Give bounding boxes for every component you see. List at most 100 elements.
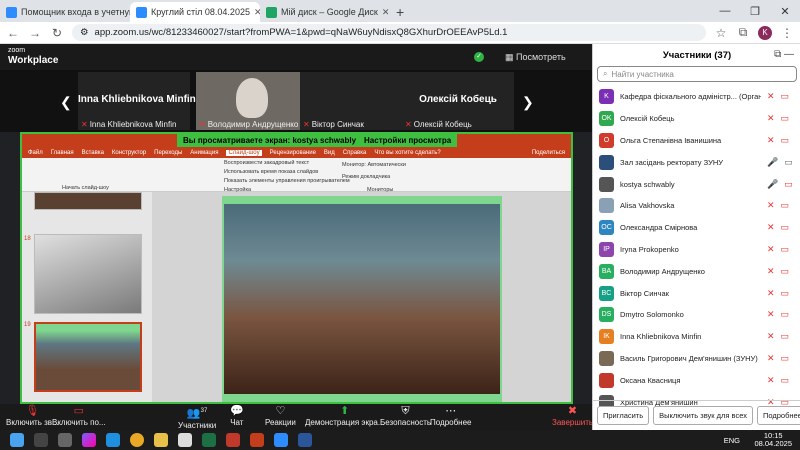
ribbon-option[interactable]: Использовать время показа слайдов	[224, 169, 318, 175]
minimize-icon[interactable]: —	[710, 0, 740, 22]
encryption-shield-icon[interactable]: ✓	[474, 52, 484, 62]
mic-off-icon[interactable]: ✕	[767, 266, 775, 277]
video-off-icon[interactable]: ▭	[781, 113, 790, 124]
chevron-left-icon[interactable]: ❮	[60, 94, 72, 111]
back-icon[interactable]: ←	[6, 26, 20, 40]
extensions-icon[interactable]: ⧉	[736, 25, 750, 40]
slide-thumbnail-selected[interactable]	[34, 322, 142, 392]
clock[interactable]: 10:15 08.04.2025	[754, 432, 792, 448]
menu-item[interactable]: Главная	[51, 150, 74, 156]
windows-start-icon[interactable]	[10, 433, 24, 447]
menu-item[interactable]: Файл	[28, 150, 43, 156]
star-icon[interactable]: ☆	[714, 26, 728, 40]
menu-item[interactable]: Конструктор	[112, 150, 146, 156]
browser-tab-3[interactable]: Мій диск – Google Диск ✕	[260, 2, 390, 22]
slide-thumbnail[interactable]	[34, 234, 142, 314]
close-window-icon[interactable]: ✕	[770, 0, 800, 22]
mic-off-icon[interactable]: ✕	[767, 353, 775, 364]
excel-icon[interactable]	[202, 433, 216, 447]
profile-avatar[interactable]: K	[758, 25, 772, 40]
video-off-icon[interactable]: ▭	[781, 309, 790, 320]
mute-all-button[interactable]: Выключить звук для всех	[653, 406, 753, 425]
browser-tab-1[interactable]: Помощник входа в учетную з ✕	[0, 2, 130, 22]
zoom-icon[interactable]	[274, 433, 288, 447]
powerpoint-icon[interactable]	[250, 433, 264, 447]
explorer-icon[interactable]	[154, 433, 168, 447]
language-indicator[interactable]: ENG	[724, 436, 740, 445]
video-on-icon[interactable]: ▭	[784, 157, 793, 168]
menu-icon[interactable]: ⋮	[780, 26, 794, 40]
menu-item[interactable]: Вид	[324, 150, 335, 156]
menu-item[interactable]: Переходы	[154, 150, 182, 156]
mic-off-icon[interactable]: ✕	[767, 375, 775, 386]
participant-row[interactable]: K Кафедра фіскального адміністр... (Орган…	[593, 86, 800, 108]
popout-icon[interactable]: ⧉	[774, 49, 781, 60]
participant-row[interactable]: Василь Григорович Дем'янишин (ЗУНУ) ✕ ▭	[593, 348, 800, 370]
chevron-right-icon[interactable]: ❯	[522, 94, 534, 111]
video-tile[interactable]: ✕ Віктор Синчак	[300, 72, 412, 130]
video-off-icon[interactable]: ▭	[781, 353, 790, 364]
participant-search-input[interactable]: ⌕ Найти участника	[597, 66, 797, 82]
unmute-button[interactable]: 🎙 Включить зв...	[6, 405, 59, 427]
invite-button[interactable]: Пригласить	[597, 406, 650, 425]
mic-off-icon[interactable]: ✕	[767, 309, 775, 320]
participant-row[interactable]: IK Inna Khliebnikova Minfin ✕ ▭	[593, 326, 800, 348]
video-off-icon[interactable]: ▭	[781, 288, 790, 299]
menu-item[interactable]: Анимация	[190, 150, 218, 156]
video-off-icon[interactable]: ▭	[781, 91, 790, 102]
more-options-button[interactable]: Подробнее ▾	[756, 406, 800, 425]
search-icon[interactable]	[34, 433, 48, 447]
browser-tab-2[interactable]: Круглий стіл 08.04.2025 ✕	[130, 2, 260, 22]
participant-row[interactable]: BA Володимир Андрущенко ✕ ▭	[593, 260, 800, 282]
url-field[interactable]: ⚙ app.zoom.us/wc/81233460027/start?fromP…	[72, 24, 706, 41]
close-tab-icon[interactable]: ✕	[382, 7, 390, 18]
monitor-select[interactable]: Монитор: Автоматически	[342, 162, 406, 168]
more-button[interactable]: ⋯ Подробнее	[430, 405, 472, 427]
copilot-icon[interactable]	[82, 433, 96, 447]
video-off-icon[interactable]: ▭	[781, 331, 790, 342]
video-off-icon[interactable]: ▭	[781, 266, 790, 277]
participant-row[interactable]: OK Олексій Кобець ✕ ▭	[593, 108, 800, 130]
end-button[interactable]: ✖ Завершить	[552, 405, 593, 427]
menu-item[interactable]: Слайд-шоу	[226, 150, 262, 156]
view-button[interactable]: ▦ Посмотреть	[505, 52, 566, 63]
word-icon[interactable]	[298, 433, 312, 447]
chat-button[interactable]: 💬 Чат	[230, 405, 244, 427]
mic-off-icon[interactable]: ✕	[767, 244, 775, 255]
mic-off-icon[interactable]: ✕	[767, 331, 775, 342]
reactions-button[interactable]: ♡ Реакции	[265, 405, 296, 427]
mic-off-icon[interactable]: ✕	[767, 200, 775, 211]
participant-row[interactable]: BC Віктор Синчак ✕ ▭	[593, 282, 800, 304]
video-off-icon[interactable]: ▭	[781, 200, 790, 211]
mic-off-icon[interactable]: ✕	[767, 113, 775, 124]
video-off-icon[interactable]: ▭	[784, 179, 793, 190]
menu-item[interactable]: Рецензирование	[270, 150, 316, 156]
mic-off-icon[interactable]: ✕	[767, 91, 775, 102]
video-off-icon[interactable]: ▭	[781, 244, 790, 255]
participant-row[interactable]: Alisa Vakhovska ✕ ▭	[593, 195, 800, 217]
participant-row[interactable]: Зал засідань ректорату ЗУНУ 🎤 ▭	[593, 151, 800, 173]
mic-off-icon[interactable]: ✕	[767, 135, 775, 146]
video-tile[interactable]: Inna Khliebnikova Minfin ✕ Inna Khliebnik…	[78, 72, 196, 130]
security-button[interactable]: ⛨ Безопасность	[380, 405, 431, 427]
ribbon-option[interactable]: Воспроизвести закадровый текст	[224, 160, 309, 166]
mic-on-icon[interactable]: 🎤	[767, 157, 778, 168]
participant-row[interactable]: kostya schwably 🎤 ▭	[593, 173, 800, 195]
start-video-button[interactable]: ▭ Включить по...	[52, 405, 106, 427]
chrome-icon[interactable]	[130, 433, 144, 447]
video-tile[interactable]: Олексій Кобець ✕ Олексій Кобець	[402, 72, 514, 130]
share-screen-button[interactable]: ⬆ Демонстрация экра...	[305, 405, 385, 427]
site-info-icon[interactable]: ⚙	[80, 27, 89, 38]
video-off-icon[interactable]: ▭	[781, 222, 790, 233]
view-settings-button[interactable]: Настройки просмотра	[364, 136, 451, 145]
acrobat-icon[interactable]	[226, 433, 240, 447]
mic-off-icon[interactable]: ✕	[767, 288, 775, 299]
menu-item[interactable]: Вставка	[82, 150, 104, 156]
maximize-icon[interactable]: ❐	[740, 0, 770, 22]
ribbon-option[interactable]: Показать элементы управления проигрывате…	[224, 178, 350, 184]
video-tile[interactable]: ✕ Володимир Андрущенко	[196, 72, 308, 130]
video-off-icon[interactable]: ▭	[781, 375, 790, 386]
participant-row[interactable]: DS Dmytro Solomonko ✕ ▭	[593, 304, 800, 326]
task-view-icon[interactable]	[58, 433, 72, 447]
participant-row[interactable]: O Ольга Степанівна Іванишина ✕ ▭	[593, 130, 800, 152]
